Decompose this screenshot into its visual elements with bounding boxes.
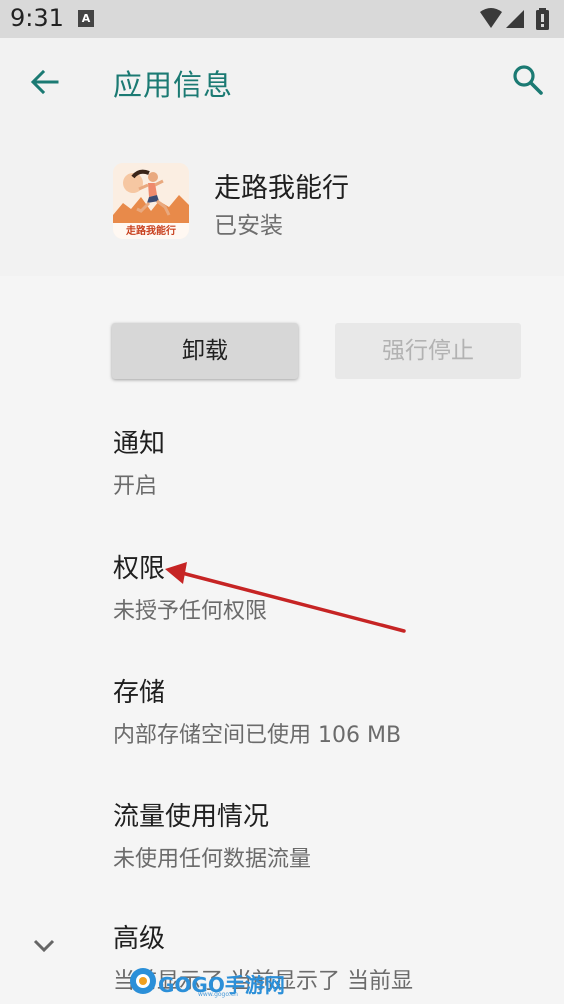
setting-title: 权限 (113, 554, 166, 584)
setting-title: 高级 (113, 924, 166, 954)
status-icons (480, 8, 549, 30)
setting-item-permissions[interactable]: 权限 未授予任何权限 (113, 548, 267, 625)
watermark: GOGO手游网 www.gogo.cn (128, 963, 438, 999)
page-title: 应用信息 (113, 68, 234, 102)
setting-subtitle: 内部存储空间已使用 106 MB (113, 723, 402, 748)
app-header: 走路我能行 走路我能行 已安装 (0, 128, 564, 276)
app-icon: 走路我能行 (113, 163, 189, 239)
svg-text:走路我能行: 走路我能行 (125, 224, 176, 237)
uninstall-button[interactable]: 卸载 (112, 323, 298, 379)
app-install-status: 已安装 (214, 213, 283, 239)
setting-item-storage[interactable]: 存储 内部存储空间已使用 106 MB (113, 672, 401, 749)
app-name: 走路我能行 (214, 173, 349, 204)
watermark-url: www.gogo.cn (198, 991, 238, 998)
setting-title: 存储 (113, 678, 166, 708)
arrow-left-icon[interactable] (28, 66, 60, 98)
runner-logo-icon: 走路我能行 (113, 163, 189, 239)
notification-icon: A (78, 10, 94, 27)
status-time: 9:31 (10, 4, 64, 32)
setting-title: 流量使用情况 (113, 802, 270, 832)
force-stop-button: 强行停止 (335, 323, 521, 379)
app-bar: 应用信息 (0, 38, 564, 128)
wifi-icon (480, 8, 502, 28)
battery-icon (536, 8, 549, 30)
chevron-down-icon[interactable] (30, 932, 58, 960)
setting-subtitle: 未授予任何权限 (113, 599, 268, 624)
settings-content: 卸载 强行停止 通知 开启 权限 未授予任何权限 存储 内部存储空间已使用 10… (0, 276, 564, 1004)
setting-title: 通知 (113, 429, 166, 459)
status-bar: 9:31 A (0, 0, 564, 38)
setting-subtitle: 未使用任何数据流量 (113, 847, 312, 872)
watermark-logo-icon (130, 968, 156, 994)
setting-item-data-usage[interactable]: 流量使用情况 未使用任何数据流量 (113, 796, 311, 873)
signal-icon (506, 10, 524, 28)
setting-item-notifications[interactable]: 通知 开启 (113, 423, 165, 500)
setting-subtitle: 开启 (113, 474, 158, 499)
search-icon[interactable] (512, 64, 544, 96)
